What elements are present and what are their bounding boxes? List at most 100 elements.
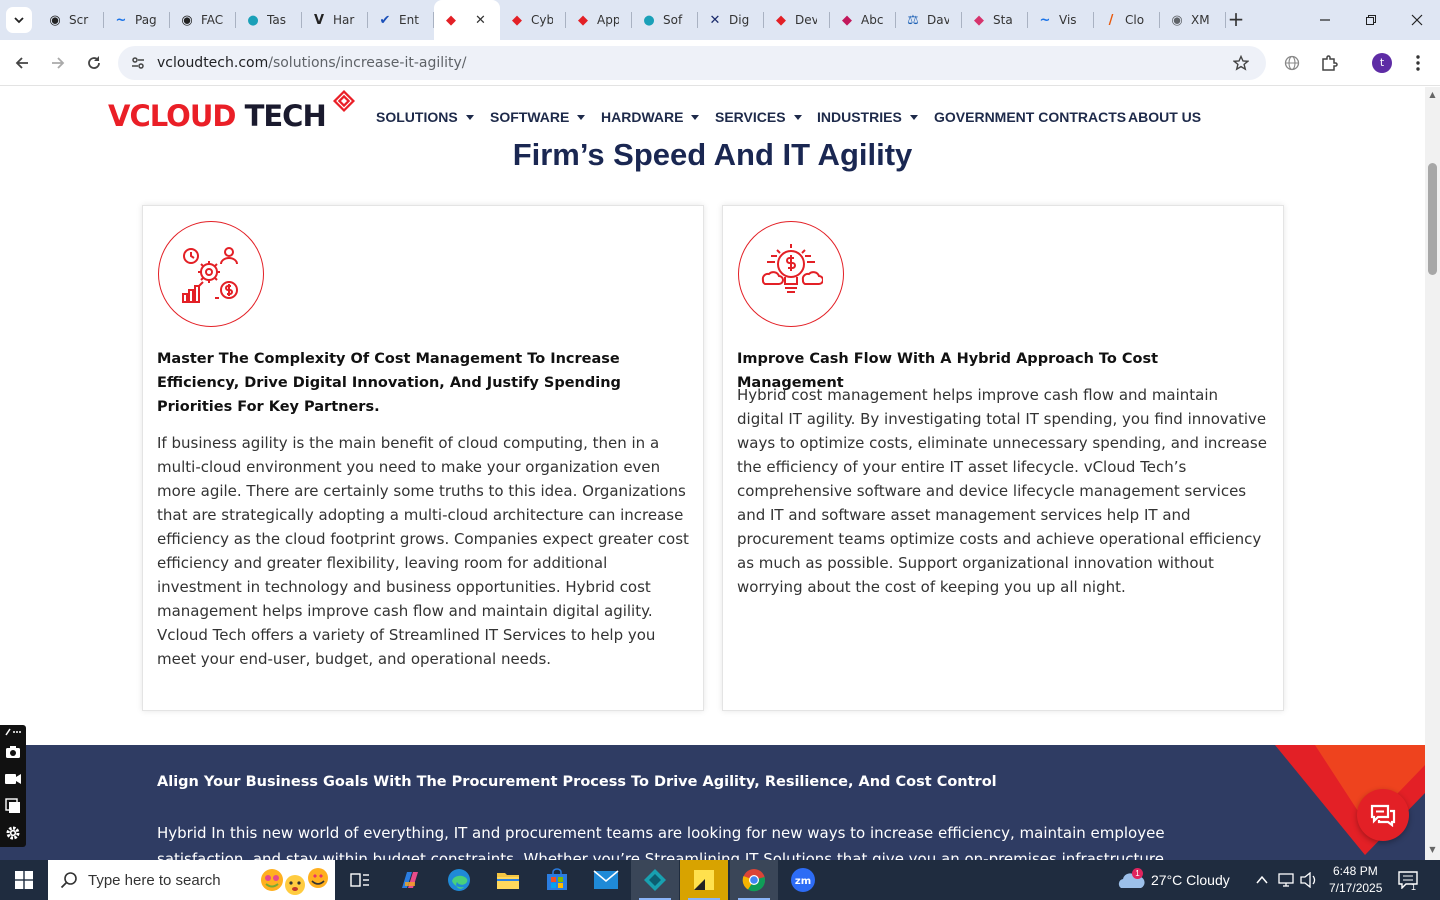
puzzle-icon [1322, 55, 1338, 71]
nav-label: SOLUTIONS [376, 109, 458, 125]
caret-down-icon [909, 114, 918, 120]
new-tab-button[interactable]: + [1224, 8, 1248, 32]
browser-tab[interactable]: V Har [302, 0, 368, 40]
task-view-button[interactable] [336, 860, 384, 900]
browser-tab[interactable]: ⚖ Dav [896, 0, 962, 40]
screenshot-button[interactable] [4, 743, 22, 761]
globe-icon [1284, 55, 1300, 71]
back-button[interactable] [10, 51, 34, 75]
tab-favicon-icon: / [1108, 12, 1114, 28]
taskbar-edge[interactable] [435, 860, 483, 900]
forward-button[interactable] [46, 51, 70, 75]
browser-tab[interactable]: ● Tas [236, 0, 302, 40]
bookmark-star-icon[interactable] [1233, 55, 1249, 71]
taskbar-app-teal[interactable] [631, 860, 679, 900]
extensions-button[interactable] [1317, 51, 1341, 75]
volume-icon[interactable] [1300, 872, 1318, 888]
nav-software[interactable]: SOFTWARE [490, 109, 586, 125]
sticky-note-icon [694, 870, 714, 890]
site-info-icon[interactable] [130, 55, 146, 71]
browser-menu-button[interactable] [1406, 51, 1430, 75]
gear-icon [6, 826, 20, 840]
browser-tab[interactable]: ◆ Dev [764, 0, 830, 40]
nav-services[interactable]: SERVICES [715, 109, 802, 125]
tab-favicon-icon: ● [247, 12, 259, 28]
tab-strip: ◉ Scr ~ Pag ◉ FAC ● Tas V Har ✔ Ent ◆ ✕ ◆ Cyb ◆ App ● Sof ✕ D… [0, 0, 1440, 40]
restore-button[interactable] [1348, 0, 1394, 40]
url-host: vcloudtech.com [157, 55, 269, 71]
nav-industries[interactable]: INDUSTRIES [817, 109, 918, 125]
browser-tab[interactable]: ◆ Abc [830, 0, 896, 40]
logo-v: V [108, 99, 130, 133]
emoji-sticker-icon [261, 868, 328, 895]
tab-favicon-icon: ✕ [709, 12, 721, 28]
taskbar-sticky-notes[interactable] [680, 860, 728, 900]
scroll-up-arrow-icon[interactable]: ▲ [1428, 90, 1437, 99]
browser-tab[interactable]: ◉ FAC [170, 0, 236, 40]
translate-button[interactable] [1280, 51, 1304, 75]
tab-favicon-icon: ◆ [578, 12, 588, 28]
browser-tab[interactable]: ◆ App [566, 0, 632, 40]
browser-tab[interactable]: ◉ Scr [38, 0, 104, 40]
forward-arrow-icon [52, 57, 65, 69]
taskbar-file-explorer[interactable] [484, 860, 532, 900]
gallery-button[interactable] [4, 797, 22, 815]
tab-close-icon[interactable]: ✕ [475, 13, 486, 28]
tab-title: Abc [861, 13, 883, 27]
tab-favicon-icon: ◆ [776, 12, 786, 28]
tab-title: Dav [927, 13, 949, 27]
scroll-down-arrow-icon[interactable]: ▼ [1428, 845, 1437, 854]
tab-search-button[interactable] [6, 7, 32, 33]
taskbar-zoom[interactable]: zm [779, 860, 827, 900]
browser-tab[interactable]: ● Sof [632, 0, 698, 40]
store-bag-icon [547, 868, 567, 890]
browser-toolbar: vcloudtech.com/solutions/increase-it-agi… [0, 40, 1440, 86]
card-body: Hybrid cost management helps improve cas… [737, 386, 1267, 596]
minimize-icon [1320, 19, 1330, 21]
pen-tool-button[interactable] [4, 725, 22, 739]
taskbar-search-box[interactable]: Type here to search [48, 860, 335, 900]
search-placeholder: Type here to search [88, 872, 221, 889]
nav-hardware[interactable]: HARDWARE [601, 109, 700, 125]
minimize-button[interactable] [1302, 0, 1348, 40]
tab-title: App [597, 13, 619, 27]
browser-tab[interactable]: ✕ Dig [698, 0, 764, 40]
chat-button[interactable] [1357, 789, 1409, 841]
browser-tab[interactable]: ✔ Ent [368, 0, 434, 40]
browser-tab[interactable]: ~ Pag [104, 0, 170, 40]
taskbar-mail[interactable] [582, 860, 630, 900]
browser-tab-active[interactable]: ◆ ✕ [434, 0, 500, 40]
network-icon[interactable] [1278, 872, 1296, 888]
reload-button[interactable] [82, 51, 106, 75]
page-scrollbar[interactable]: ▲ ▼ [1425, 87, 1440, 860]
settings-button[interactable] [4, 824, 22, 842]
tab-favicon-icon: ◆ [446, 12, 456, 28]
gears-analytics-icon [182, 247, 238, 303]
taskbar-chrome[interactable] [730, 860, 778, 900]
browser-tab[interactable]: ~ Vis [1028, 0, 1094, 40]
tab-favicon-icon: V [313, 12, 325, 28]
close-window-button[interactable] [1394, 0, 1440, 40]
taskbar-copilot[interactable] [386, 860, 434, 900]
browser-tab[interactable]: ◆ Cyb [500, 0, 566, 40]
nav-label: SOFTWARE [490, 109, 570, 125]
chevron-up-icon[interactable] [1255, 874, 1269, 886]
browser-tab[interactable]: / Clo [1094, 0, 1160, 40]
scroll-thumb[interactable] [1428, 163, 1437, 275]
profile-avatar[interactable]: t [1372, 53, 1392, 73]
nav-government-contracts[interactable]: GOVERNMENT CONTRACTS [934, 109, 1126, 125]
clock-time[interactable]: 6:48 PM [1333, 864, 1378, 878]
clock-date[interactable]: 7/17/2025 [1329, 881, 1382, 895]
taskbar-store[interactable] [533, 860, 581, 900]
record-video-button[interactable] [4, 770, 22, 788]
browser-tab[interactable]: ◆ Sta [962, 0, 1028, 40]
nav-solutions[interactable]: SOLUTIONS [376, 109, 474, 125]
nav-about-us[interactable]: ABOUT US [1128, 109, 1201, 125]
browser-tab[interactable]: ◉ XM [1160, 0, 1226, 40]
start-button[interactable] [0, 860, 48, 900]
copilot-icon [402, 872, 418, 888]
vcloud-tech-logo[interactable]: VCLOUD TECH [108, 89, 358, 137]
url-text[interactable]: vcloudtech.com/solutions/increase-it-agi… [157, 55, 467, 71]
address-bar[interactable]: vcloudtech.com/solutions/increase-it-agi… [118, 46, 1266, 80]
weather-text[interactable]: 27°C Cloudy [1151, 872, 1230, 888]
